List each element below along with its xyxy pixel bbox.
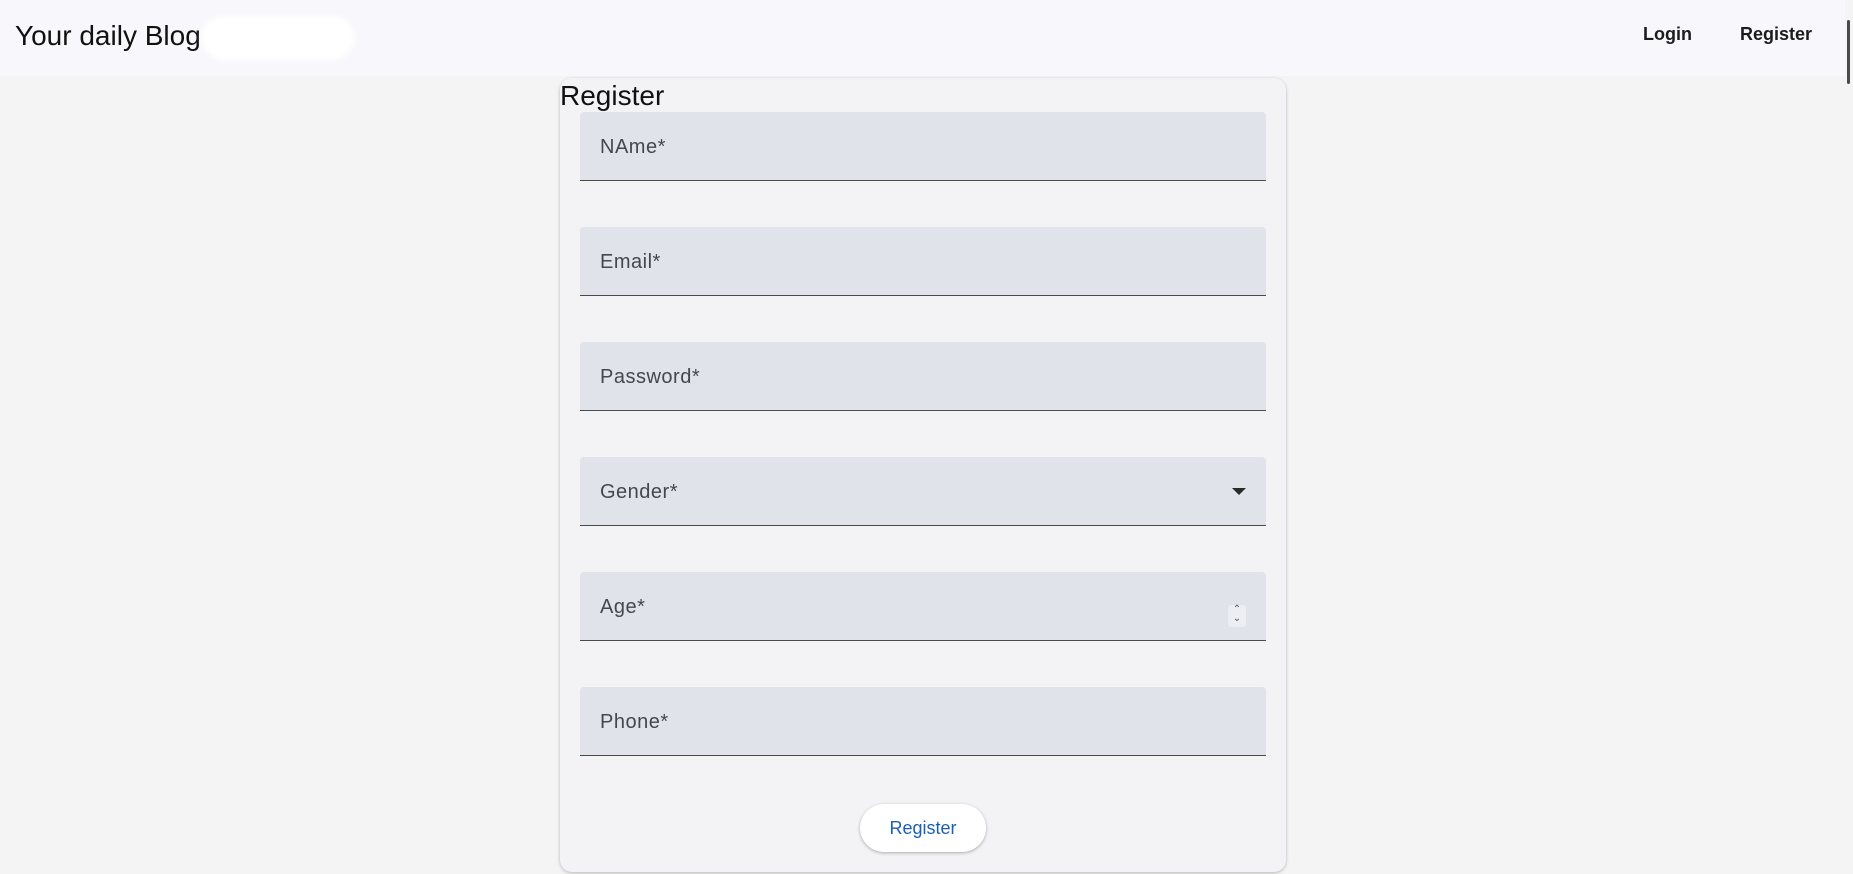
nav-register-button[interactable]: Register: [1740, 24, 1812, 45]
dropdown-arrow-icon[interactable]: [1232, 488, 1246, 495]
email-field-label: Email*: [600, 251, 661, 273]
age-field-label: Age*: [600, 596, 646, 618]
email-field[interactable]: Email*: [580, 227, 1266, 296]
age-field[interactable]: Age* ⌃ ⌄: [580, 572, 1266, 641]
redacted-region: [202, 16, 354, 60]
register-submit-button[interactable]: Register: [860, 804, 986, 852]
phone-field-label: Phone*: [600, 711, 669, 733]
nav-login-button[interactable]: Login: [1643, 24, 1692, 45]
gender-select-label: Gender*: [600, 481, 678, 503]
password-field-label: Password*: [600, 366, 701, 388]
number-spinner-icon[interactable]: ⌃ ⌄: [1228, 605, 1246, 627]
password-field[interactable]: Password*: [580, 342, 1266, 411]
register-card: Register NAme* Email* Password* Gender* …: [560, 78, 1286, 872]
form-title: Register: [560, 80, 665, 111]
scrollbar-thumb[interactable]: [1847, 20, 1850, 84]
name-field-label: NAme*: [600, 136, 666, 158]
name-field[interactable]: NAme*: [580, 112, 1266, 181]
scrollbar[interactable]: [1845, 0, 1853, 874]
brand-title: Your daily Blog: [15, 20, 201, 51]
gender-select[interactable]: Gender*: [580, 457, 1266, 526]
phone-field[interactable]: Phone*: [580, 687, 1266, 756]
top-app-bar: Your daily Blog Login Register: [0, 0, 1845, 76]
